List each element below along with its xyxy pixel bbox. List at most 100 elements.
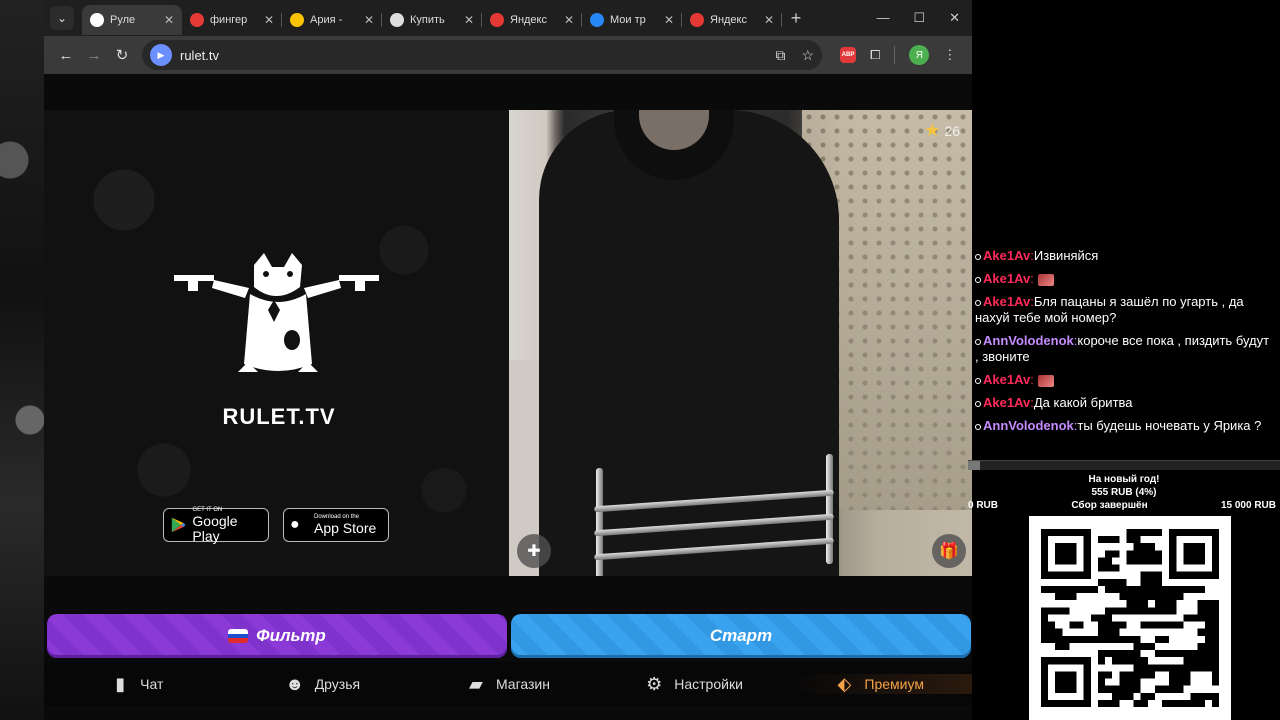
forward-icon[interactable]: → [80,47,108,64]
donation-min: 0 RUB [968,500,999,511]
tab-favicon-icon [490,13,504,27]
close-window-icon[interactable]: ✕ [949,10,960,26]
chat-message: Ake1Av:Извиняйся [972,246,1280,269]
browser-tab[interactable]: Купить ✕ [382,5,482,35]
tab-search-menu-button[interactable]: ⌄ [50,6,74,30]
chat-icon: ▮ [115,673,126,694]
browser-menu-icon[interactable]: ⋮ [943,47,956,63]
chair-rail [594,489,834,513]
chat-message: AnnVolodenok:короче все пока , пиздить б… [972,331,1280,370]
reload-icon[interactable]: ↻ [108,46,136,64]
donation-goal-widget: На новый год! 555 RUB (4%) 0 RUB Сбор за… [968,460,1280,511]
browser-tab[interactable]: Яндекс ✕ [482,5,582,35]
tab-close-icon[interactable]: ✕ [764,13,774,27]
filter-button[interactable]: Фильтр [47,614,507,658]
tab-close-icon[interactable]: ✕ [264,13,274,27]
minimize-icon[interactable]: — [876,10,889,26]
chat-username: Ake1Av [983,248,1031,263]
tab-favicon-icon [390,13,404,27]
address-bar[interactable]: ▶ rulet.tv ⧉ ☆ [142,40,822,70]
nav-item[interactable]: ☻ Друзья [230,674,416,694]
chat-username: Ake1Av [983,395,1031,410]
friends-icon: ☻ [285,673,305,694]
chat-message: Ake1Av: [972,269,1280,292]
tab-title: Ария - [310,14,343,26]
cat-with-guns-logo [174,250,379,400]
google-play-big-text: Google Play [192,512,238,544]
maximize-icon[interactable]: ☐ [913,10,925,26]
url-text: rulet.tv [180,47,220,63]
chair [594,454,844,576]
gamepad-icon[interactable]: ✚ [517,534,551,568]
extensions-puzzle-icon[interactable]: ⧠ [870,47,880,63]
rating-counter: ★ 26 [924,120,960,141]
tab-title: Руле [110,14,136,26]
chair-rail [594,513,834,537]
action-buttons: Фильтр Старт [47,614,971,658]
nav-label: Чат [140,676,164,692]
shop-bag-icon: ▰ [469,673,483,694]
adblock-icon[interactable]: ABP [840,47,856,63]
site-info-icon[interactable]: ▶ [150,44,172,66]
gift-icon[interactable]: 🎁 [932,534,966,568]
chat-emote-icon [1037,374,1054,387]
chat-text: ты будешь ночевать у Ярика ? [1077,418,1262,433]
nav-item[interactable]: ⬖ Премиум [786,674,972,694]
promo-panel: RULET.TV GET IT ON Google Play ● Downloa… [44,110,509,576]
toolbar-divider [894,46,896,64]
nav-item[interactable]: ▰ Магазин [415,674,601,694]
chat-text: Извиняйся [1033,248,1099,263]
tab-close-icon[interactable]: ✕ [564,13,574,27]
bookmark-star-icon[interactable]: ☆ [801,47,814,64]
chat-text: Да какой бритва [1033,395,1133,410]
star-count-value: 26 [944,122,960,139]
nav-item[interactable]: ⚙ Настройки [601,674,787,694]
tab-close-icon[interactable]: ✕ [164,13,174,27]
google-play-button[interactable]: GET IT ON Google Play [163,507,269,544]
back-icon[interactable]: ← [52,47,80,64]
tab-title: Мои тр [610,14,646,26]
chat-bullet-icon [975,423,981,430]
browser-tab[interactable]: Руле ✕ [82,5,182,35]
gear-icon: ⚙ [646,673,663,694]
nav-label: Друзья [314,676,361,692]
new-tab-button[interactable]: + [782,8,810,29]
extensions-area: ABP ⧠ Я ⋮ [840,45,956,65]
chat-message: AnnVolodenok:ты будешь ночевать у Ярика … [972,416,1280,439]
tab-close-icon[interactable]: ✕ [664,13,674,27]
chat-username: AnnVolodenok [983,333,1074,348]
tab-title: Яндекс [510,14,547,26]
tab-strip: Руле ✕ фингер ✕ Ария - ✕ Купить ✕ Яндекс ✕ Мои тр… [82,1,782,35]
tab-close-icon[interactable]: ✕ [464,13,474,27]
browser-tab[interactable]: Яндекс ✕ [682,5,782,35]
web-page: RULET.TV GET IT ON Google Play ● Downloa… [44,74,972,720]
tab-favicon-icon [90,13,104,27]
background-stream-overlay [0,0,44,720]
bottom-navigation: ▮ Чат ☻ Друзья ▰ Магазин ⚙ Настройки ⬖ Премиум [44,662,972,706]
profile-avatar[interactable]: Я [909,45,930,65]
install-app-icon[interactable]: ⧉ [775,47,785,64]
omnibox-actions: ⧉ ☆ [775,47,814,64]
browser-tab[interactable]: фингер ✕ [182,5,282,35]
google-play-icon [171,517,186,533]
browser-tab[interactable]: Ария - ✕ [282,5,382,35]
nav-label: Настройки [674,676,743,692]
chat-emote-icon [1037,273,1054,286]
donation-title: На новый год! [1088,474,1160,485]
nav-item[interactable]: ▮ Чат [44,674,230,694]
app-store-button[interactable]: ● Download on the App Store [283,508,389,542]
chat-username: Ake1Av [983,271,1031,286]
chair-post [826,454,833,564]
browser-tab[interactable]: Мои тр ✕ [582,5,682,35]
screen: ⌄ Руле ✕ фингер ✕ Ария - ✕ Купить ✕ Яндекс ✕ Мои … [0,0,1280,720]
start-button[interactable]: Старт [511,614,971,658]
russia-flag-icon [228,629,249,643]
chat-bullet-icon [975,338,981,345]
tab-close-icon[interactable]: ✕ [364,13,374,27]
apple-icon: ● [290,516,300,533]
donation-amount: 555 RUB (4%) [1091,487,1157,498]
browser-window: ⌄ Руле ✕ фингер ✕ Ария - ✕ Купить ✕ Яндекс ✕ Мои … [44,0,972,720]
tab-title: Купить [410,14,445,26]
partner-video: ★ 26 ✚ 🎁 [509,110,972,576]
chat-separator: : [1030,271,1034,286]
